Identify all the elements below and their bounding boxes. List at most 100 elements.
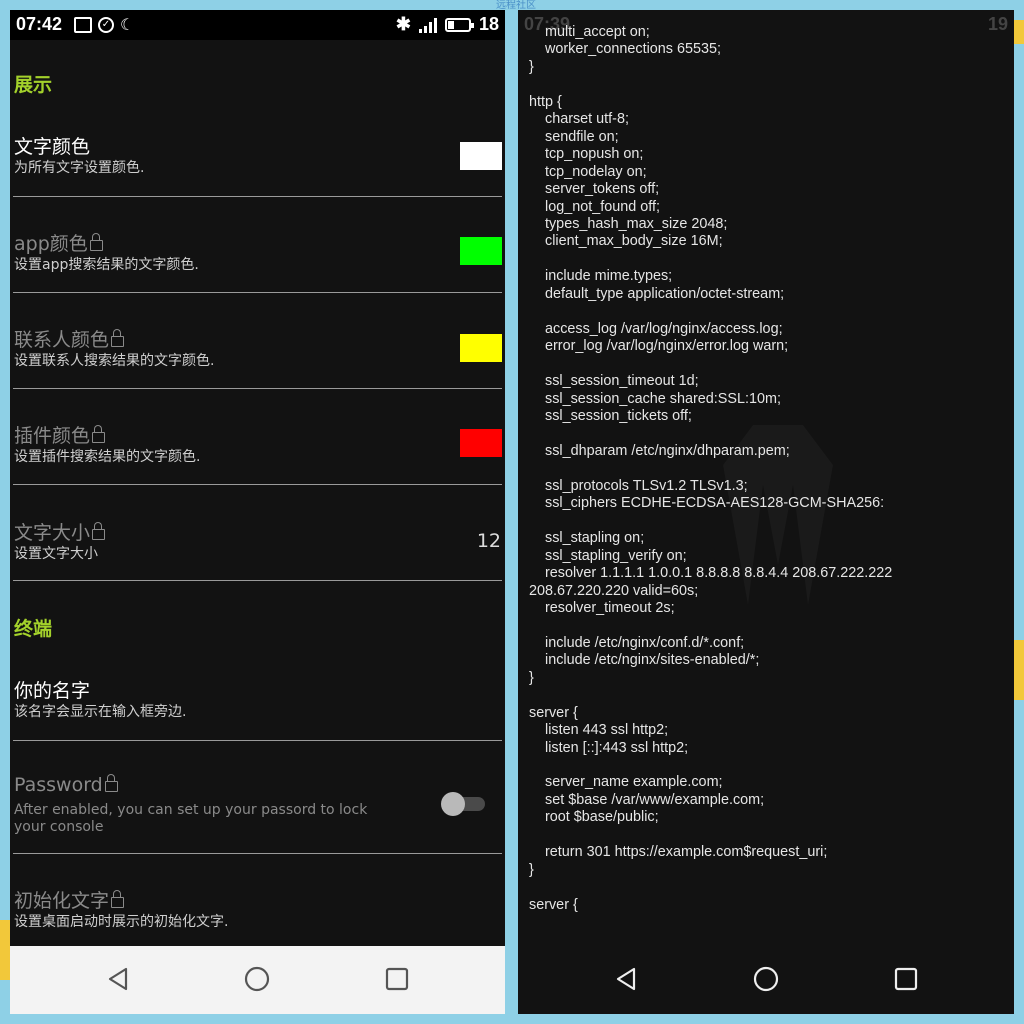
pref-summary: 设置联系人搜索结果的文字颜色.	[14, 353, 215, 369]
signal-icon	[418, 17, 437, 33]
color-swatch-red[interactable]	[460, 429, 502, 457]
battery-level: 18	[478, 14, 499, 34]
terminal-line: resolver 1.1.1.1 1.0.0.1 8.8.8.8 8.8.4.4…	[529, 565, 893, 582]
terminal-line: tcp_nopush on;	[529, 146, 644, 163]
bluetooth-icon: ✱	[395, 14, 411, 34]
pref-text-color[interactable]: 文字颜色 为所有文字设置颜色.	[10, 132, 505, 202]
pref-title: 联系人颜色	[14, 325, 125, 352]
navigation-bar	[10, 946, 505, 1014]
terminal-line: listen 443 ssl http2;	[529, 722, 669, 739]
navigation-bar	[518, 946, 1014, 1014]
home-icon[interactable]	[753, 966, 779, 992]
background-stripe	[1014, 20, 1024, 44]
terminal-line: ssl_dhparam /etc/nginx/dhparam.pem;	[529, 442, 790, 459]
recents-icon[interactable]	[893, 966, 919, 992]
terminal-output[interactable]: multi_accept on; worker_connections 6553…	[529, 24, 1009, 914]
password-toggle[interactable]	[441, 792, 487, 816]
lock-icon	[111, 329, 125, 347]
terminal-line: ssl_session_tickets off;	[529, 407, 692, 424]
background-stripe	[0, 920, 10, 980]
divider	[13, 740, 502, 741]
divider	[13, 292, 502, 293]
terminal-line: default_type application/octet-stream;	[529, 285, 785, 302]
terminal-line: sendfile on;	[529, 128, 619, 145]
terminal-line: }	[529, 861, 534, 878]
color-swatch-green[interactable]	[460, 237, 502, 265]
pref-summary: 设置插件搜索结果的文字颜色.	[14, 449, 201, 465]
terminal-line: error_log /var/log/nginx/error.log warn;	[529, 338, 789, 355]
alarm-icon: ✓	[98, 16, 114, 33]
back-icon[interactable]	[614, 966, 640, 992]
divider	[13, 580, 502, 581]
pref-title: 文字颜色	[14, 136, 91, 158]
moon-icon: ☾	[120, 15, 135, 34]
terminal-line: ssl_protocols TLSv1.2 TLSv1.3;	[529, 477, 748, 494]
terminal-line: include mime.types;	[529, 268, 673, 285]
terminal-line: http {	[529, 93, 562, 110]
lock-icon	[111, 890, 125, 908]
section-header-display: 展示	[14, 74, 53, 96]
terminal-line: server {	[529, 704, 578, 721]
terminal-line: include /etc/nginx/sites-enabled/*;	[529, 652, 760, 669]
terminal-line: charset utf-8;	[529, 111, 629, 128]
terminal-line: include /etc/nginx/conf.d/*.conf;	[529, 634, 745, 651]
settings-screen: 07:42 ✓ ☾ ✱ 18 展示 文字颜色 为所有文字设置颜色. app颜色 …	[10, 10, 505, 1014]
terminal-line: worker_connections 65535;	[529, 41, 721, 58]
pref-summary: 该名字会显示在输入框旁边.	[14, 704, 187, 720]
pref-contact-color[interactable]: 联系人颜色 设置联系人搜索结果的文字颜色.	[10, 325, 505, 395]
pref-title-text: 联系人颜色	[14, 329, 110, 351]
pref-password[interactable]: Password After enabled, you can set up y…	[10, 774, 505, 864]
pref-title-text: 文字大小	[14, 522, 91, 544]
terminal-line: server_name example.com;	[529, 774, 723, 791]
pref-summary: 设置文字大小	[14, 546, 98, 562]
pref-title: 你的名字	[14, 680, 91, 702]
pref-title: 初始化文字	[14, 886, 125, 913]
terminal-screen: 07:39 19 multi_accept on; worker_connect…	[518, 10, 1014, 1014]
terminal-line: set $base /var/www/example.com;	[529, 791, 765, 808]
color-swatch-yellow[interactable]	[460, 334, 502, 362]
back-icon[interactable]	[106, 966, 132, 992]
lock-icon	[92, 425, 106, 443]
pref-app-color[interactable]: app颜色 设置app搜索结果的文字颜色.	[10, 229, 505, 299]
terminal-line: return 301 https://example.com$request_u…	[529, 844, 828, 861]
pref-summary: After enabled, you can set up your passo…	[14, 802, 368, 835]
terminal-line: ssl_stapling on;	[529, 530, 645, 547]
pref-title: 插件颜色	[14, 421, 106, 448]
divider	[13, 853, 502, 854]
lock-icon	[89, 233, 103, 251]
terminal-line: ssl_session_cache shared:SSL:10m;	[529, 390, 781, 407]
pref-title: 文字大小	[14, 518, 106, 545]
divider	[13, 388, 502, 389]
pref-title-text: app颜色	[14, 233, 88, 255]
pref-your-name[interactable]: 你的名字 该名字会显示在输入框旁边.	[10, 676, 505, 746]
pref-text-size[interactable]: 文字大小 设置文字大小 12	[10, 518, 505, 588]
terminal-line: }	[529, 669, 534, 686]
battery-icon	[444, 17, 474, 32]
lock-icon	[92, 522, 106, 540]
terminal-line: types_hash_max_size 2048;	[529, 215, 728, 232]
home-icon[interactable]	[244, 966, 270, 992]
recents-icon[interactable]	[384, 966, 410, 992]
terminal-line: resolver_timeout 2s;	[529, 599, 675, 616]
terminal-line: 208.67.220.220 valid=60s;	[529, 582, 699, 599]
lock-icon	[104, 774, 118, 792]
color-swatch-white[interactable]	[460, 142, 502, 170]
background-stripe	[1014, 640, 1024, 700]
pref-summary: 设置桌面启动时展示的初始化文字.	[14, 914, 229, 930]
pref-title-text: 初始化文字	[14, 890, 110, 912]
section-header-terminal: 终端	[14, 618, 53, 640]
pref-plugin-color[interactable]: 插件颜色 设置插件搜索结果的文字颜色.	[10, 421, 505, 491]
terminal-line: multi_accept on;	[529, 24, 650, 40]
text-size-value: 12	[476, 530, 501, 552]
pref-title: Password	[14, 774, 118, 796]
status-bar: 07:42 ✓ ☾ ✱ 18	[10, 10, 505, 40]
